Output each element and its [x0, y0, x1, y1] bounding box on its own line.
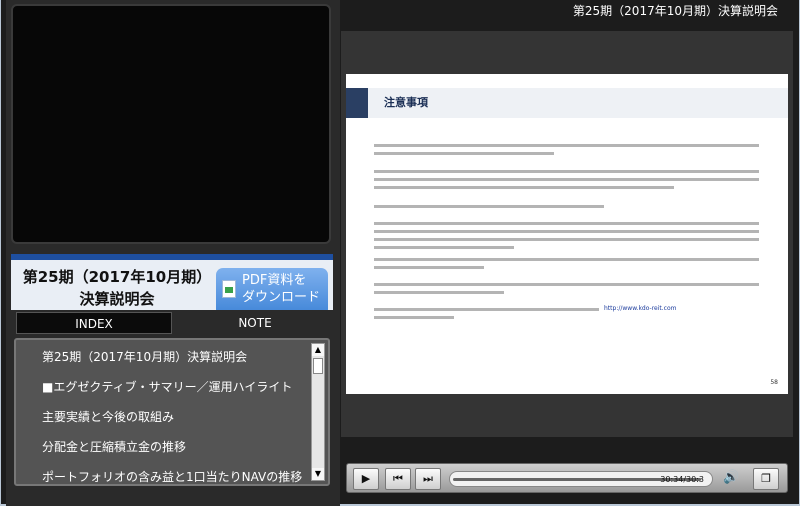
slide-text-line: [374, 308, 599, 311]
scroll-thumb[interactable]: [313, 358, 323, 374]
slide-text-line: [374, 230, 759, 233]
slide-text-line: [374, 246, 514, 249]
slide-title: 注意事項: [384, 96, 428, 109]
pdf-button-label-line1: PDF資料を: [242, 273, 307, 288]
tab-note[interactable]: NOTE: [177, 312, 333, 334]
skip-forward-icon[interactable]: ⏭: [415, 468, 441, 490]
index-scrollbar[interactable]: ▲ ▼: [311, 343, 325, 481]
popout-window-icon[interactable]: ❐: [753, 468, 779, 490]
slide-text-line: [374, 258, 759, 261]
time-readout: 30:34/30:3: [660, 475, 704, 484]
scroll-down-icon[interactable]: ▼: [312, 468, 324, 480]
slide-text-line: [374, 144, 759, 147]
page-title: 第25期（2017年10月期）決算説明会: [572, 4, 778, 18]
tab-index[interactable]: INDEX: [16, 312, 172, 334]
player-controls: ▶ ⏮ ⏭ 30:34/30:3 🔊 ❐: [346, 463, 788, 493]
slide-text-line: [374, 266, 484, 269]
slide-text-line: [374, 316, 454, 319]
slide-text-line: [374, 238, 759, 241]
skip-back-icon[interactable]: ⏮: [385, 468, 411, 490]
list-item[interactable]: ポートフォリオの含み益と1口当たりNAVの推移: [42, 462, 302, 484]
slide-page-number: 58: [770, 379, 778, 386]
pdf-download-button[interactable]: PDF資料を ダウンロード: [216, 268, 328, 310]
slide-text-line: [374, 170, 759, 173]
list-item[interactable]: 分配金と圧縮積立金の推移: [42, 432, 186, 462]
banner-title-line2: 決算説明会: [79, 290, 155, 308]
slide: 注意事項 http://www.kdo-reit.com 58: [346, 74, 788, 394]
play-icon[interactable]: ▶: [353, 468, 379, 490]
pdf-document-icon: [222, 280, 236, 298]
volume-icon[interactable]: 🔊: [723, 470, 739, 485]
list-item[interactable]: ■エグゼクティブ・サマリー／運用ハイライト: [42, 372, 292, 402]
slide-title-band: [368, 88, 788, 118]
pdf-button-label-line2: ダウンロード: [242, 290, 321, 305]
slide-text-line: [374, 186, 674, 189]
banner-title: 第25期（2017年10月期） 決算説明会: [17, 266, 217, 310]
slide-link[interactable]: http://www.kdo-reit.com: [604, 305, 676, 312]
seek-bar[interactable]: 30:34/30:3: [449, 471, 713, 487]
slide-text-line: [374, 178, 759, 181]
video-player[interactable]: [11, 4, 331, 244]
tab-bar: INDEX NOTE: [11, 312, 333, 336]
slide-text-line: [374, 222, 759, 225]
slide-title-accent: [346, 88, 368, 118]
scroll-up-icon[interactable]: ▲: [312, 344, 324, 356]
list-item[interactable]: 第25期（2017年10月期）決算説明会: [42, 342, 247, 372]
index-list: 第25期（2017年10月期）決算説明会 ■エグゼクティブ・サマリー／運用ハイラ…: [14, 338, 330, 486]
title-banner: 第25期（2017年10月期） 決算説明会 PDF資料を ダウンロード: [11, 254, 333, 310]
slide-text-line: [374, 205, 604, 208]
slide-text-line: [374, 283, 759, 286]
banner-title-line1: 第25期（2017年10月期）: [22, 268, 212, 286]
slide-text-line: [374, 152, 554, 155]
list-item[interactable]: 主要実績と今後の取組み: [42, 402, 174, 432]
slide-text-line: [374, 291, 504, 294]
